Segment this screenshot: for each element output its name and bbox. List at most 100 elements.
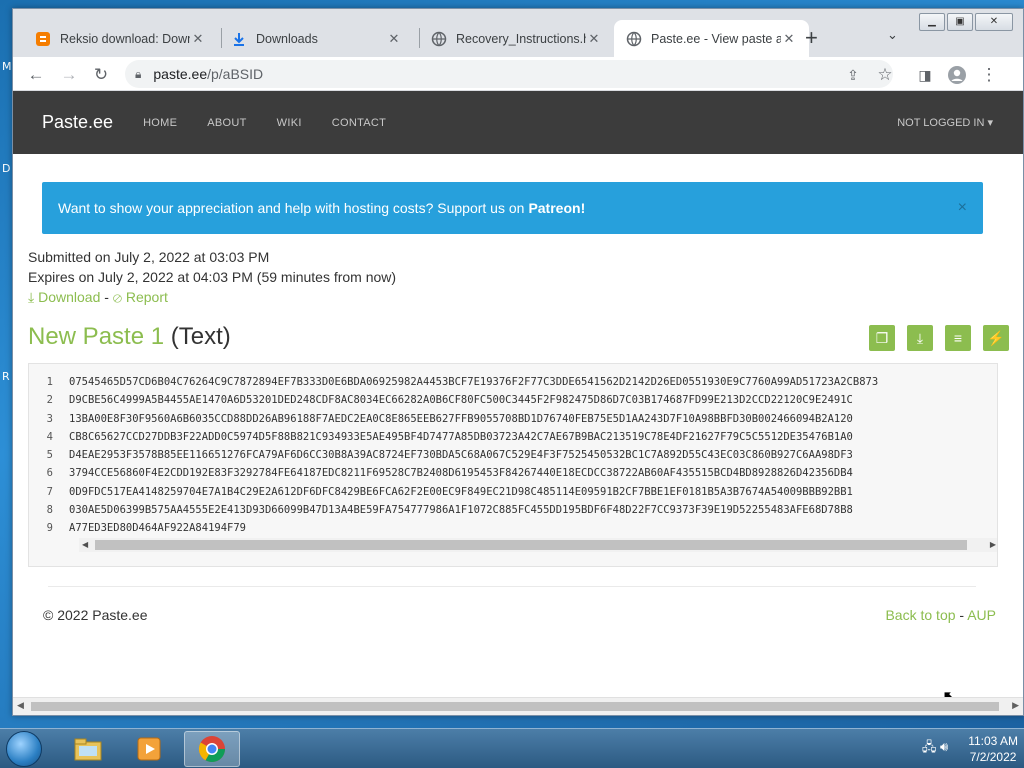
nav-home[interactable]: HOME xyxy=(143,117,177,129)
clock-time: 11:03 AM xyxy=(968,734,1018,748)
address-bar[interactable]: 🔒︎ paste.ee/p/aBSID xyxy=(125,60,893,88)
paste-title: New Paste 1 (Text) xyxy=(28,323,231,351)
tab-paste-ee[interactable]: Paste.ee - View paste aB ✕ xyxy=(614,20,809,57)
scroll-left-icon[interactable]: ◀ xyxy=(17,700,24,711)
account-menu[interactable]: NOT LOGGED IN ▾ xyxy=(897,116,993,129)
download-icon: ⤓ xyxy=(28,289,35,305)
tab-strip: Reksio download: Down ✕ Downloads ✕ Reco… xyxy=(13,9,1023,57)
download-icon xyxy=(231,31,247,47)
site-brand[interactable]: Paste.ee xyxy=(42,112,113,133)
media-player-taskbar-icon[interactable] xyxy=(122,731,178,767)
scroll-right-icon[interactable]: ▶ xyxy=(1012,700,1019,711)
tab-recovery-instructions[interactable]: Recovery_Instructions.ht ✕ xyxy=(419,20,614,57)
maximize-icon[interactable]: ▣ xyxy=(947,13,973,31)
browser-window: Reksio download: Down ✕ Downloads ✕ Reco… xyxy=(12,8,1024,716)
tab-title: Downloads xyxy=(256,31,318,46)
alert-text: Want to show your appreciation and help … xyxy=(58,200,525,216)
line-number: 3 xyxy=(46,412,53,425)
tab-downloads[interactable]: Downloads ✕ xyxy=(219,20,414,57)
clock-date: 7/2/2022 xyxy=(969,750,1017,764)
tab-title: Recovery_Instructions.ht xyxy=(456,31,586,46)
embed-plug-icon[interactable]: ⚡ xyxy=(983,325,1009,351)
report-link[interactable]: ⊘ Report xyxy=(113,289,168,305)
more-menu-icon[interactable]: ⋮ xyxy=(977,63,1001,87)
start-button[interactable] xyxy=(6,731,42,767)
explorer-taskbar-icon[interactable] xyxy=(60,731,116,767)
globe-icon xyxy=(431,31,447,47)
close-icon[interactable]: ✕ xyxy=(190,31,206,47)
patreon-link[interactable]: Patreon xyxy=(528,200,580,216)
paste-name: New Paste 1 xyxy=(28,323,165,350)
page-horizontal-scrollbar[interactable]: ◀ ▶ xyxy=(13,697,1023,715)
network-icon[interactable]: 🖧︎ xyxy=(922,739,937,754)
copyright: © 2022 Paste.ee xyxy=(43,607,148,623)
star-icon[interactable]: ☆ xyxy=(873,63,897,87)
new-tab-icon[interactable]: + xyxy=(805,25,818,51)
forward-icon[interactable]: → xyxy=(57,63,81,87)
nav-contact[interactable]: CONTACT xyxy=(332,117,386,129)
account-label: NOT LOGGED IN xyxy=(897,117,985,129)
line-text: D9CBE56C4999A5B4455AE1470A6D53201DED248C… xyxy=(69,394,853,407)
nav-wiki[interactable]: WIKI xyxy=(277,117,302,129)
download-link[interactable]: ⤓ Download xyxy=(28,289,100,305)
back-icon[interactable]: ← xyxy=(24,63,48,87)
copy-icon[interactable]: ❐ xyxy=(869,325,895,351)
share-icon[interactable]: ⇪ xyxy=(841,63,865,87)
taskbar: 🖧︎ 🔊︎ 11:03 AM 7/2/2022 xyxy=(0,728,1024,768)
line-text: 030AE5D06399B575AA4555E2E413D93D66099B47… xyxy=(69,504,853,517)
profile-icon[interactable] xyxy=(945,63,969,87)
aup-link[interactable]: AUP xyxy=(967,607,996,623)
line-text: CB8C65627CCD27DDB3F22ADD0C5974D5F88B821C… xyxy=(69,430,853,443)
line-text: D4EAE2953F3578B85EE116651276FCA79AF6D6CC… xyxy=(69,449,853,462)
line-number: 9 xyxy=(46,522,53,535)
browser-toolbar: ← → ↻ 🔒︎ paste.ee/p/aBSID ⇪ ☆ ◨ ⋮ xyxy=(13,57,1023,91)
scrollbar-thumb[interactable] xyxy=(31,702,999,711)
reload-icon[interactable]: ↻ xyxy=(89,63,113,87)
desktop-icon-label-d: D xyxy=(2,162,11,175)
line-number: 5 xyxy=(46,449,53,462)
code-line: 1 07545465D57CD6B04C76264C9C7872894EF7B33… xyxy=(29,376,997,394)
side-panel-icon[interactable]: ◨ xyxy=(913,63,937,87)
close-icon[interactable]: ✕ xyxy=(386,31,402,47)
paste-content[interactable]: 1 07545465D57CD6B04C76264C9C7872894EF7B33… xyxy=(28,363,998,567)
minimize-icon[interactable]: ▁ xyxy=(919,13,945,31)
paste-actions: ⤓ Download - ⊘ Report xyxy=(28,287,396,307)
tab-reksio[interactable]: Reksio download: Down ✕ xyxy=(23,20,218,57)
download-label: Download xyxy=(38,289,101,305)
lock-icon[interactable]: 🔒︎ xyxy=(135,67,141,82)
footer-links: Back to top - AUP xyxy=(885,607,996,623)
mouse-cursor-icon: ⬉ xyxy=(942,687,958,697)
chrome-taskbar-icon[interactable] xyxy=(184,731,240,767)
code-line: 5 D4EAE2953F3578B85EE116651276FCA79AF6D6C… xyxy=(29,449,997,467)
close-icon[interactable]: × xyxy=(958,199,967,217)
clock[interactable]: 11:03 AM 7/2/2022 xyxy=(968,733,1018,765)
code-horizontal-scrollbar[interactable]: ◀ ▶ xyxy=(79,538,997,552)
code-lines: 1 07545465D57CD6B04C76264C9C7872894EF7B33… xyxy=(29,364,997,541)
raw-file-icon[interactable]: ≡ xyxy=(945,325,971,351)
system-tray: 🖧︎ 🔊︎ 11:03 AM 7/2/2022 xyxy=(922,733,1018,765)
chevron-down-icon[interactable]: ⌄ xyxy=(887,27,898,43)
tab-title: Reksio download: Down xyxy=(60,31,190,46)
download-icon[interactable]: ⤓ xyxy=(907,325,933,351)
report-label: Report xyxy=(125,289,168,305)
close-icon[interactable]: ✕ xyxy=(781,31,797,47)
close-icon[interactable]: ✕ xyxy=(586,31,602,47)
line-text: 13BA00E8F30F9560A6B6035CCD88DD26AB96188F… xyxy=(69,412,853,425)
back-to-top-link[interactable]: Back to top xyxy=(885,607,955,623)
scroll-left-icon[interactable]: ◀ xyxy=(82,538,88,552)
close-window-icon[interactable]: ✕ xyxy=(975,13,1013,31)
page-viewport: Paste.ee HOME ABOUT WIKI CONTACT NOT LOG… xyxy=(13,91,1023,697)
patreon-alert: Want to show your appreciation and help … xyxy=(42,182,983,234)
code-line: 6 3794CCE56860F4E2CDD192E83F3292784FE6418… xyxy=(29,467,997,485)
caret-down-icon: ▾ xyxy=(987,117,993,129)
scrollbar-thumb[interactable] xyxy=(95,540,967,550)
line-text: 0D9FDC517EA4148259704E7A1B4C29E2A612DF6D… xyxy=(69,485,853,498)
line-number: 7 xyxy=(46,485,53,498)
footer-divider xyxy=(48,586,976,587)
scroll-right-icon[interactable]: ▶ xyxy=(990,538,996,552)
ban-icon: ⊘ xyxy=(112,289,122,305)
volume-icon[interactable]: 🔊︎ xyxy=(940,739,948,754)
code-line: 7 0D9FDC517EA4148259704E7A1B4C29E2A612DF6… xyxy=(29,486,997,504)
nav-about[interactable]: ABOUT xyxy=(207,117,246,129)
tab-title: Paste.ee - View paste aB xyxy=(651,31,781,46)
